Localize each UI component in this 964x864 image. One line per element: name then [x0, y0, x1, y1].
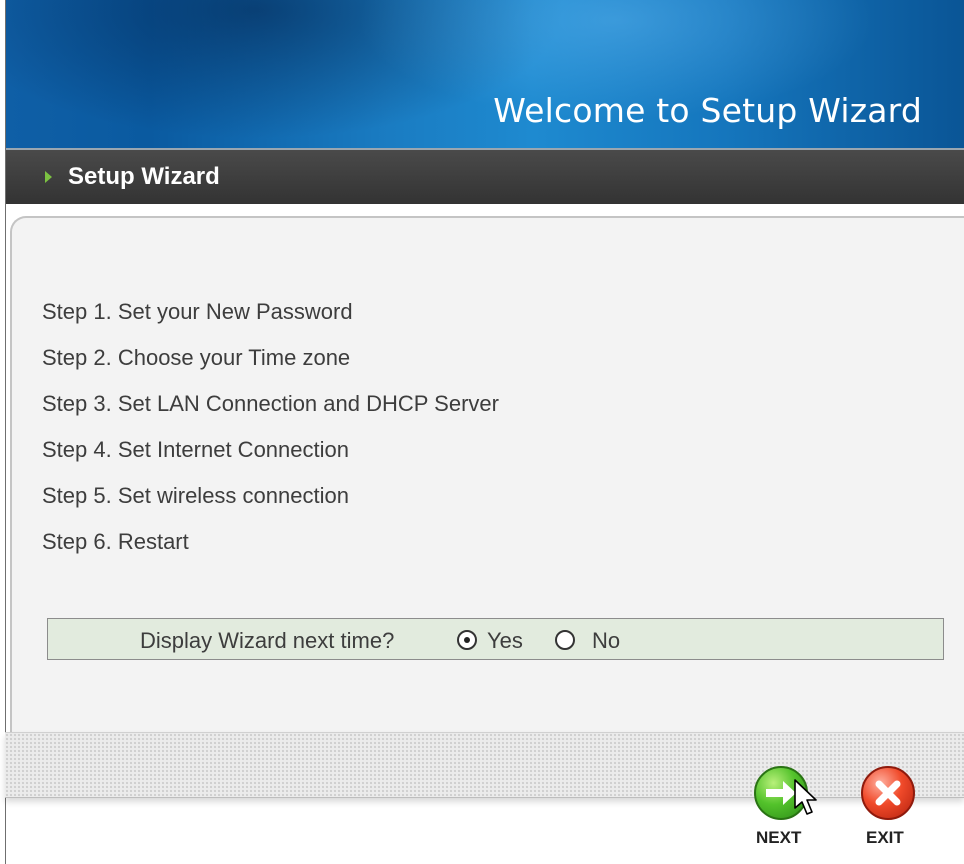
section-bar: Setup Wizard: [6, 148, 964, 204]
step-item: Step 3. Set LAN Connection and DHCP Serv…: [42, 391, 499, 416]
x-icon: [875, 780, 901, 806]
next-button-label[interactable]: NEXT: [756, 828, 801, 848]
triangle-bullet-icon: [45, 171, 52, 183]
display-wizard-question: Display Wizard next time?: [140, 628, 395, 653]
mouse-cursor-icon: [794, 779, 817, 815]
header-banner: Welcome to Setup Wizard: [6, 0, 964, 148]
exit-button-label[interactable]: EXIT: [866, 828, 904, 848]
step-item: Step 1. Set your New Password: [42, 299, 353, 324]
yes-radio[interactable]: [457, 630, 477, 650]
no-radio-label[interactable]: No: [592, 628, 620, 654]
step-item: Step 2. Choose your Time zone: [42, 345, 351, 370]
step-item: Step 6. Restart: [42, 529, 189, 554]
footer-strip: [5, 732, 964, 798]
yes-radio-label[interactable]: Yes: [487, 628, 523, 654]
page-title: Welcome to Setup Wizard: [493, 91, 922, 130]
no-radio[interactable]: [555, 630, 575, 650]
exit-button[interactable]: [861, 766, 915, 820]
display-wizard-option: Display Wizard next time? Yes No: [47, 618, 944, 660]
section-title: Setup Wizard: [68, 163, 220, 190]
step-item: Step 4. Set Internet Connection: [42, 437, 349, 462]
step-list: Step 1. Set your New Password Step 2. Ch…: [42, 298, 499, 574]
step-item: Step 5. Set wireless connection: [42, 483, 349, 508]
